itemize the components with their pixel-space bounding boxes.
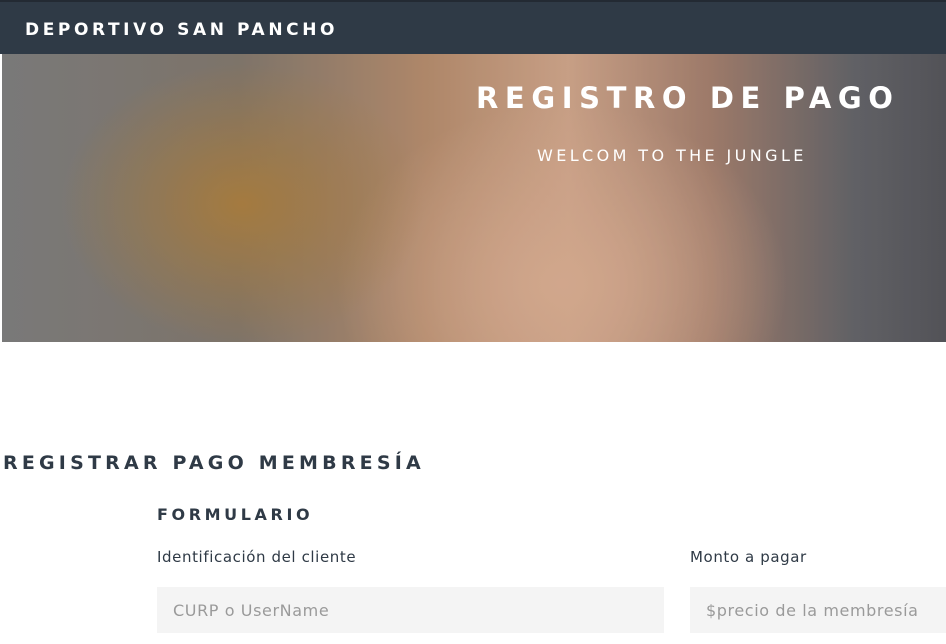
brand-logo-text[interactable]: DEPORTIVO SAN PANCHO [25, 20, 338, 40]
hero-title: REGISTRO DE PAGO [476, 81, 900, 115]
hero-banner: REGISTRO DE PAGO WELCOM TO THE JUNGLE [2, 54, 946, 342]
amount-label: Monto a pagar [690, 548, 807, 566]
client-id-input[interactable] [157, 587, 664, 633]
client-id-label: Identificación del cliente [157, 548, 357, 566]
section-title: REGISTRAR PAGO MEMBRESÍA [3, 452, 425, 474]
hero-subtitle: WELCOM TO THE JUNGLE [537, 146, 807, 165]
amount-input[interactable] [690, 587, 946, 633]
top-navbar: DEPORTIVO SAN PANCHO [0, 0, 946, 54]
form-title: FORMULARIO [157, 505, 314, 524]
